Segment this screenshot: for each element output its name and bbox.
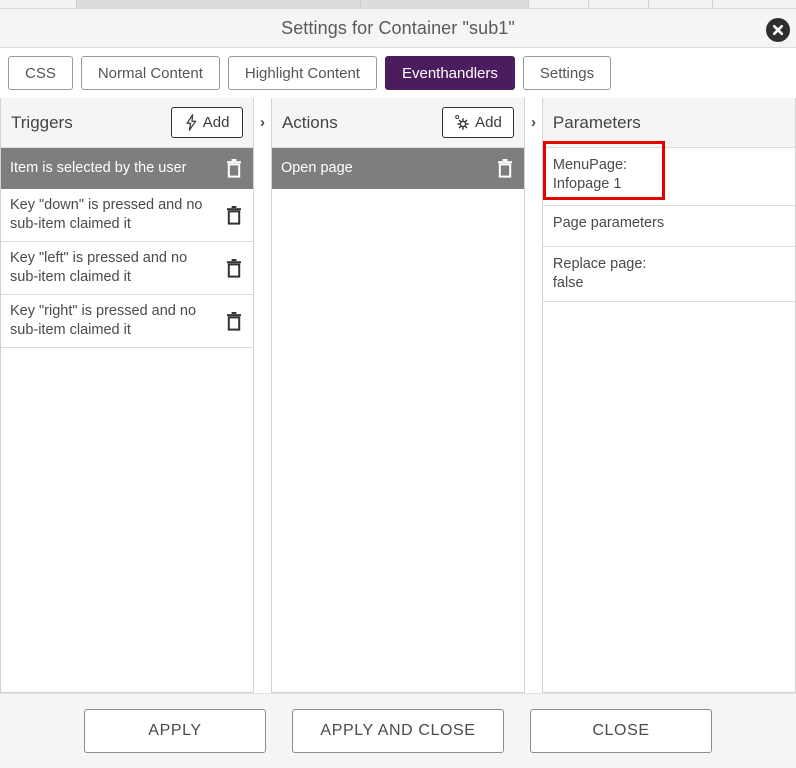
add-action-label: Add [475, 114, 502, 131]
add-trigger-label: Add [202, 114, 230, 131]
apply-and-close-button[interactable]: APPLY AND CLOSE [292, 709, 504, 753]
table-row[interactable]: Open page [271, 148, 525, 189]
background-strip-divider [588, 0, 589, 8]
dialog-footer: APPLY APPLY AND CLOSE CLOSE [0, 693, 796, 768]
triggers-panel: Triggers Add Item is selected by the use… [0, 98, 255, 693]
parameter-row-page-parameters[interactable]: Page parameters [542, 206, 795, 247]
actions-panel: Actions Add Open page [270, 98, 526, 693]
tab-normal-content[interactable]: Normal Content [80, 56, 220, 90]
gear-icon [454, 114, 470, 131]
tab-bar: CSS Normal Content Highlight Content Eve… [0, 49, 796, 97]
page-title: Settings for Container "sub1" [281, 18, 515, 38]
apply-button[interactable]: APPLY [84, 709, 266, 753]
trigger-label: Item is selected by the user [10, 159, 187, 176]
parameters-panel: Parameters MenuPage: Infopage 1 Page par… [541, 98, 796, 693]
triggers-title: Triggers [11, 112, 73, 132]
tab-css[interactable]: CSS [8, 56, 73, 90]
delete-trigger-icon[interactable] [223, 156, 245, 180]
settings-dialog: Settings for Container "sub1" CSS Normal… [0, 0, 796, 768]
triggers-to-actions-chevron-icon[interactable]: › [254, 98, 271, 693]
dialog-titlebar: Settings for Container "sub1" [0, 9, 796, 48]
parameters-title: Parameters [552, 112, 641, 132]
tab-settings[interactable]: Settings [522, 56, 612, 90]
triggers-panel-header: Triggers Add [1, 98, 254, 148]
parameters-panel-header: Parameters [542, 98, 795, 148]
parameter-row-replace-page[interactable]: Replace page: false [542, 247, 795, 302]
delete-trigger-icon[interactable] [223, 256, 245, 280]
table-row[interactable]: Key "down" is pressed and no sub-item cl… [1, 189, 254, 242]
background-strip-divider [528, 0, 529, 8]
add-trigger-button[interactable]: Add [171, 107, 244, 138]
background-strip-divider [76, 0, 77, 8]
background-strip-divider [360, 0, 361, 8]
tab-highlight-content[interactable]: Highlight Content [227, 56, 377, 90]
actions-title: Actions [281, 112, 338, 132]
tab-eventhandlers[interactable]: Eventhandlers [384, 56, 515, 90]
lightning-bolt-icon [185, 114, 198, 131]
close-button[interactable]: CLOSE [530, 709, 712, 753]
table-row[interactable]: Item is selected by the user [1, 148, 254, 189]
delete-trigger-icon[interactable] [223, 203, 245, 227]
table-row[interactable]: Key "left" is pressed and no sub-item cl… [1, 242, 254, 295]
actions-panel-header: Actions Add [271, 98, 525, 148]
delete-action-icon[interactable] [494, 156, 516, 180]
trigger-label: Key "down" is pressed and no sub-item cl… [10, 197, 203, 232]
trigger-label: Key "left" is pressed and no sub-item cl… [10, 250, 188, 285]
action-label: Open page [280, 159, 353, 176]
background-strip-divider [712, 0, 713, 8]
actions-to-parameters-chevron-icon[interactable]: › [525, 98, 542, 693]
table-row[interactable]: Key "right" is pressed and no sub-item c… [1, 295, 254, 348]
background-strip-divider [648, 0, 649, 8]
add-action-button[interactable]: Add [442, 107, 515, 138]
delete-trigger-icon[interactable] [223, 309, 245, 333]
close-circle-icon[interactable] [766, 18, 790, 42]
background-strip-fill [76, 0, 528, 8]
parameter-row-menupage[interactable]: MenuPage: Infopage 1 [542, 148, 795, 206]
trigger-label: Key "right" is pressed and no sub-item c… [10, 303, 197, 338]
background-page-strip [0, 0, 796, 9]
panels-container: Triggers Add Item is selected by the use… [0, 98, 796, 693]
